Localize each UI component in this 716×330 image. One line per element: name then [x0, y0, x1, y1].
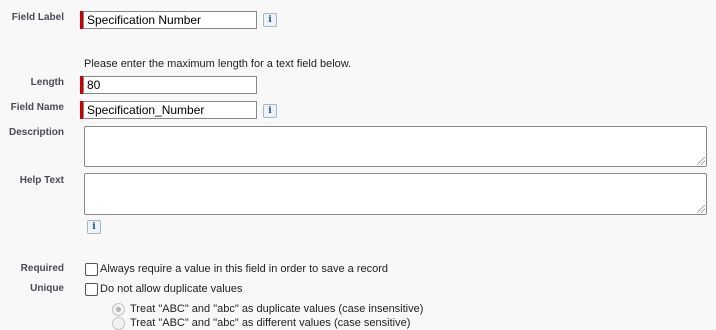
description-textarea[interactable]: [84, 126, 707, 167]
length-instruction: Please enter the maximum length for a te…: [84, 58, 352, 70]
case-sensitive-label[interactable]: Treat "ABC" and "abc" as different value…: [130, 317, 410, 329]
case-insensitive-label[interactable]: Treat "ABC" and "abc" as duplicate value…: [130, 303, 423, 315]
field-label-input[interactable]: Specification Number: [83, 11, 257, 29]
info-icon[interactable]: i: [263, 13, 277, 27]
case-insensitive-radio[interactable]: [112, 303, 125, 316]
unique-label: Unique: [30, 283, 64, 294]
field-name-label: Field Name: [10, 102, 64, 113]
case-sensitive-radio[interactable]: [112, 317, 125, 330]
help-text-label: Help Text: [19, 175, 64, 186]
resize-handle-icon[interactable]: [697, 205, 705, 213]
required-label: Required: [20, 263, 64, 274]
required-checkbox[interactable]: [85, 263, 98, 276]
required-checkbox-label[interactable]: Always require a value in this field in …: [100, 263, 388, 275]
description-label: Description: [8, 127, 64, 138]
field-label-label: Field Label: [11, 12, 64, 23]
info-icon[interactable]: i: [263, 104, 277, 118]
length-label: Length: [30, 77, 64, 88]
unique-checkbox-label[interactable]: Do not allow duplicate values: [100, 283, 242, 295]
length-input[interactable]: 80: [83, 76, 257, 94]
resize-handle-icon[interactable]: [697, 157, 705, 165]
field-name-input[interactable]: Specification_Number: [83, 101, 257, 119]
help-text-textarea[interactable]: [84, 173, 707, 215]
info-icon[interactable]: i: [87, 220, 101, 234]
unique-checkbox[interactable]: [85, 283, 98, 296]
